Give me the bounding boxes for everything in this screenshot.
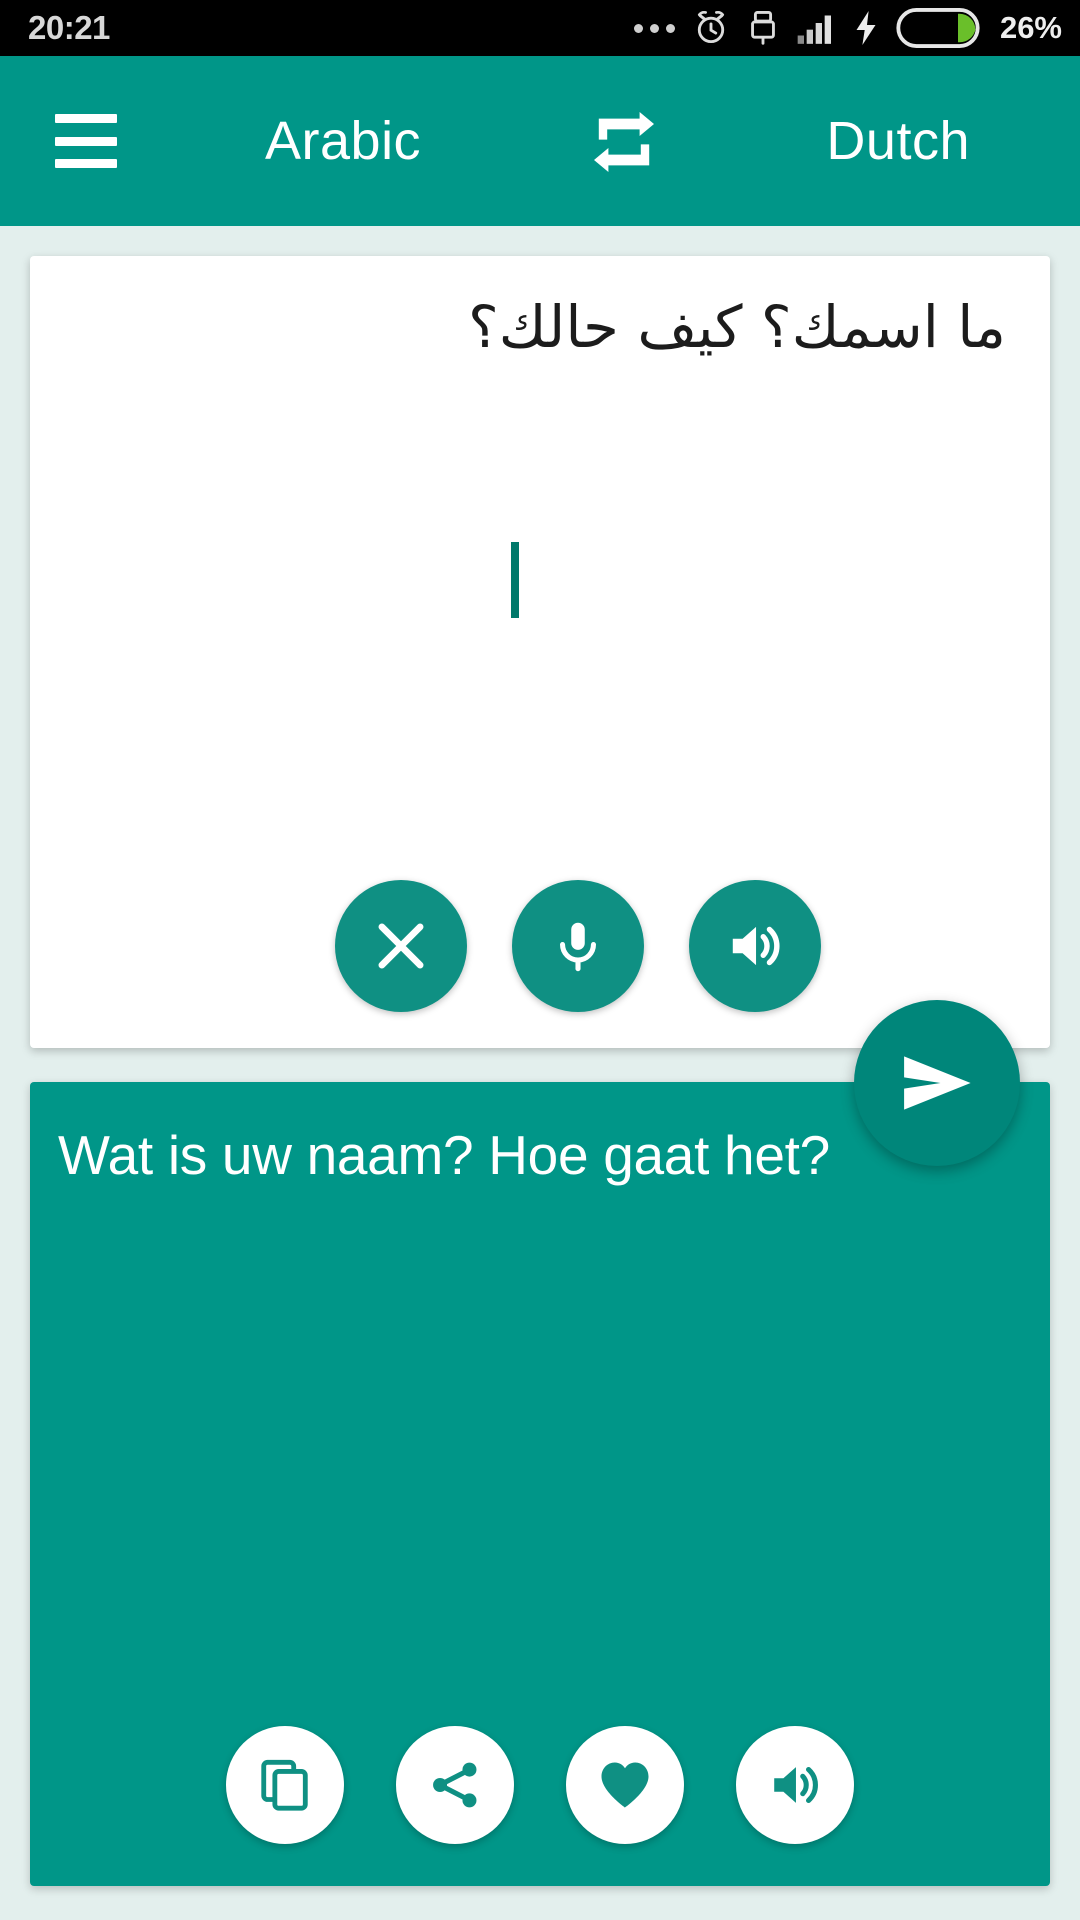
translator-app-screen: 20:21 26% Arabic Dutch ما اسمك؟ كيف حالك…: [0, 0, 1080, 1920]
alarm-icon: [697, 10, 725, 44]
battery-percentage-label: 26%: [999, 10, 1062, 45]
more-dots-icon: [633, 23, 675, 33]
text-cursor: [511, 542, 519, 618]
menu-bar-3: [55, 159, 117, 168]
microphone-icon: [559, 922, 597, 972]
copy-button[interactable]: [226, 1726, 344, 1844]
translation-text: Wat is uw naam? Hoe gaat het?: [58, 1124, 830, 1186]
heart-icon: [601, 1762, 649, 1808]
translate-send-button[interactable]: [854, 1000, 1020, 1166]
target-language-selector[interactable]: Dutch: [826, 110, 970, 172]
app-bar: Arabic Dutch: [0, 56, 1080, 226]
share-button[interactable]: [396, 1726, 514, 1844]
menu-icon[interactable]: [55, 114, 117, 168]
speak-translation-button[interactable]: [736, 1726, 854, 1844]
usb-lock-icon: [751, 11, 775, 45]
close-icon: [378, 923, 424, 969]
source-text-input[interactable]: ما اسمك؟ كيف حالك؟: [90, 288, 1006, 366]
status-bar-clock: 20:21: [28, 9, 110, 46]
copy-icon: [261, 1759, 308, 1811]
favorite-button[interactable]: [566, 1726, 684, 1844]
translation-action-bar: [30, 1726, 1050, 1844]
status-bar: 20:21 26%: [0, 0, 1080, 56]
battery-icon: [896, 8, 980, 48]
clear-button[interactable]: [335, 880, 467, 1012]
voice-input-button[interactable]: [512, 880, 644, 1012]
signal-bars-icon: [797, 15, 831, 44]
send-icon: [904, 1056, 971, 1110]
translation-result-card: Wat is uw naam? Hoe gaat het?: [30, 1082, 1050, 1886]
speak-source-button[interactable]: [689, 880, 821, 1012]
source-action-bar: [335, 880, 821, 1012]
source-text-card: ما اسمك؟ كيف حالك؟: [30, 256, 1050, 1048]
menu-bar-2: [55, 136, 117, 146]
speaker-icon: [732, 926, 780, 966]
speaker-icon: [774, 1766, 818, 1804]
source-language-selector[interactable]: Arabic: [265, 110, 421, 172]
status-bar-icons: 26%: [633, 8, 1062, 48]
charging-bolt-icon: [856, 10, 876, 46]
menu-bar-1: [55, 114, 117, 123]
share-icon: [433, 1762, 477, 1808]
swap-languages-icon[interactable]: [588, 106, 660, 178]
